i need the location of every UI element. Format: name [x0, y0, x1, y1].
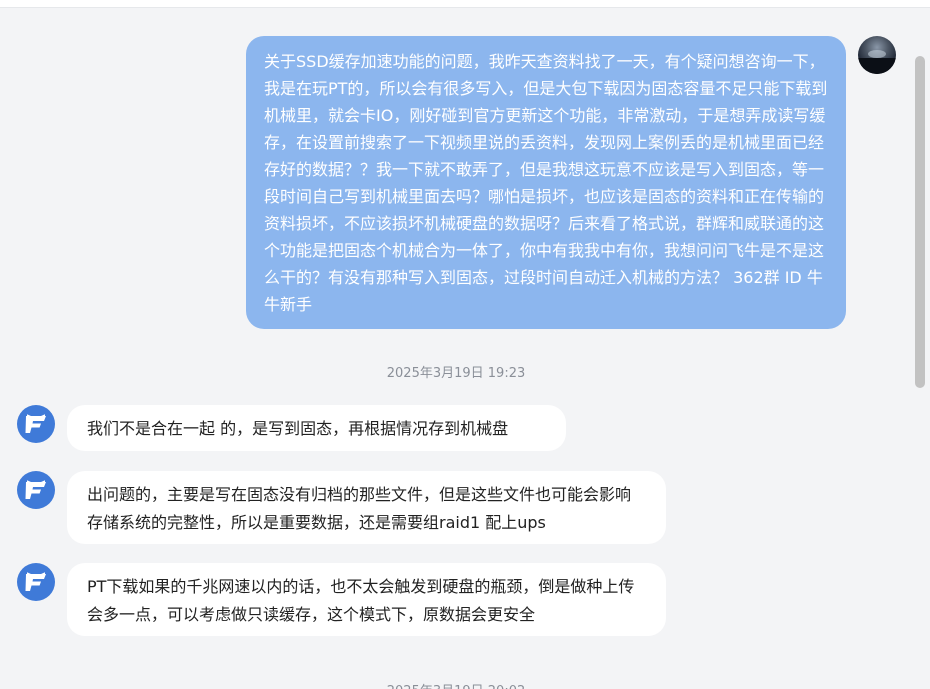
avatar-photo-glow — [868, 50, 886, 58]
bot-message-text: PT下载如果的千兆网速以内的话，也不太会触发到硬盘的瓶颈，倒是做种上传会多一点，… — [87, 577, 635, 624]
bot-message-bubble: 我们不是合在一起 的，是写到固态，再根据情况存到机械盘 — [67, 405, 566, 451]
bot-message-bubble: 出问题的，主要是写在固态没有归档的那些文件，但是这些文件也可能会影响存储系统的完… — [67, 471, 666, 544]
bot-avatar[interactable] — [17, 563, 55, 601]
bot-message-text: 我们不是合在一起 的，是写到固态，再根据情况存到机械盘 — [87, 419, 509, 438]
fnos-logo-icon — [25, 572, 46, 591]
message-timestamp: 2025年3月19日 19:23 — [386, 366, 526, 381]
bot-avatar[interactable] — [17, 471, 55, 509]
fnos-logo-icon — [25, 480, 46, 499]
user-message-text: 关于SSD缓存加速功能的问题，我昨天查资料找了一天，有个疑问想咨询一下，我是在玩… — [264, 52, 828, 314]
bot-message-bubble: PT下载如果的千兆网速以内的话，也不太会触发到硬盘的瓶颈，倒是做种上传会多一点，… — [67, 563, 666, 636]
chat-history: 关于SSD缓存加速功能的问题，我昨天查资料找了一天，有个疑问想咨询一下，我是在玩… — [0, 8, 912, 689]
fnos-logo-icon — [25, 414, 46, 433]
user-message-bubble: 关于SSD缓存加速功能的问题，我昨天查资料找了一天，有个疑问想咨询一下，我是在玩… — [246, 36, 846, 329]
message-timestamp: 2025年3月19日 20:02 — [0, 680, 912, 689]
user-avatar[interactable] — [858, 36, 896, 74]
scrollbar-thumb[interactable] — [915, 56, 925, 388]
top-divider — [0, 0, 930, 8]
bot-avatar[interactable] — [17, 405, 55, 443]
avatar-photo-horizon — [858, 58, 896, 74]
chat-scrollbar[interactable] — [912, 8, 930, 689]
bot-message-text: 出问题的，主要是写在固态没有归档的那些文件，但是这些文件也可能会影响存储系统的完… — [87, 485, 632, 532]
